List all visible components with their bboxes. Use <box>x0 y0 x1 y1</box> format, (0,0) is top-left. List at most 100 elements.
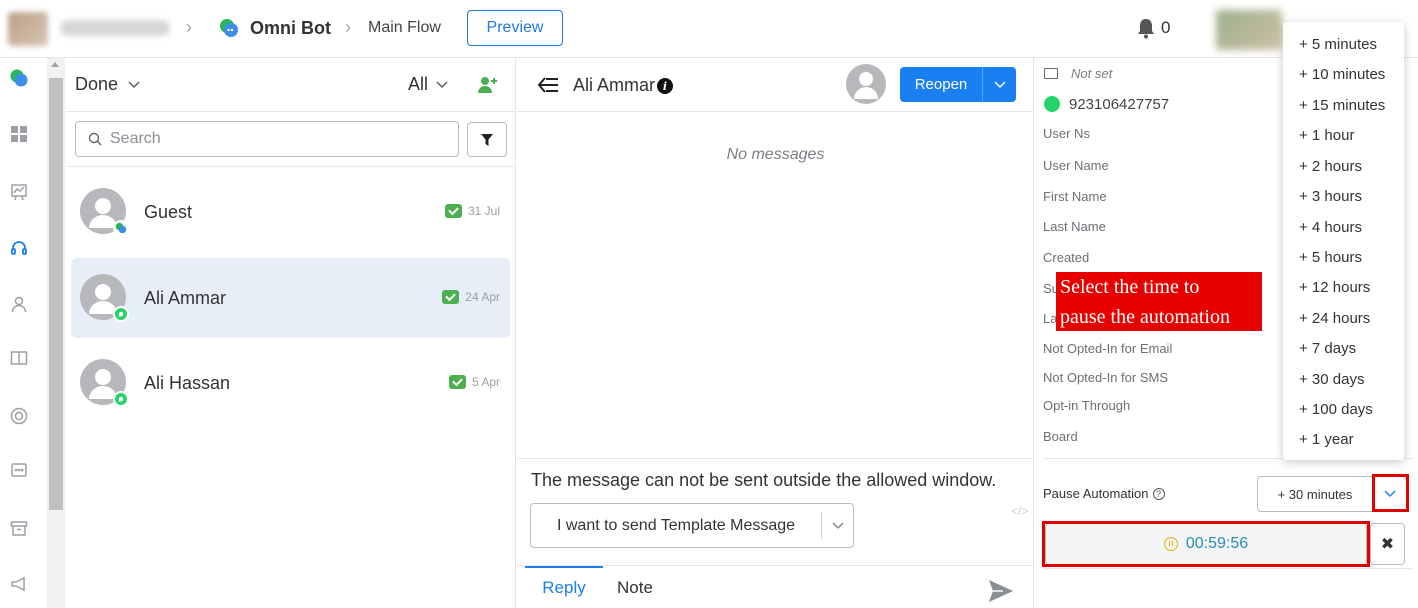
date-label: 5 Apr <box>471 375 500 389</box>
user-avatar[interactable] <box>1216 10 1282 50</box>
chevron-down-icon[interactable] <box>983 81 1016 89</box>
contacts-icon[interactable] <box>9 294 29 314</box>
conversation-row[interactable]: Guest 31 Jul <box>71 172 510 252</box>
breadcrumb-chevron-icon: › <box>186 17 192 37</box>
info-icon[interactable]: i <box>657 78 673 94</box>
archive-icon[interactable] <box>9 518 29 538</box>
help-icon[interactable]: ? <box>1152 487 1165 500</box>
menu-item-24-hours[interactable]: + 24 hours <box>1299 310 1370 327</box>
status-filter-dropdown[interactable]: Done <box>75 74 140 95</box>
menu-item-5-minutes[interactable]: + 5 minutes <box>1299 36 1377 53</box>
field-label-user-name: User Name <box>1043 158 1109 173</box>
tab-note[interactable]: Note <box>617 578 653 598</box>
lifebuoy-icon[interactable] <box>9 406 29 426</box>
menu-item-7-days[interactable]: + 7 days <box>1299 340 1356 357</box>
conversation-row[interactable]: Ali Hassan 5 Apr <box>71 343 510 423</box>
menu-item-1-year[interactable]: + 1 year <box>1299 431 1354 448</box>
callout-line-1: Select the time to <box>1060 276 1200 298</box>
field-label-sms-opt-in: Not Opted-In for SMS <box>1043 370 1168 385</box>
flow-name[interactable]: Main Flow <box>368 19 441 37</box>
contact-name: Ali Ammar <box>144 288 227 308</box>
reopen-label: Reopen <box>914 76 968 93</box>
chevron-down-icon <box>128 81 140 88</box>
funnel-icon <box>481 133 493 146</box>
conversation-date: 31 Jul <box>444 204 500 218</box>
list-header: Done All <box>66 58 516 112</box>
tab-reply[interactable]: Reply <box>525 566 603 608</box>
field-label-board: Board <box>1043 429 1078 444</box>
menu-item-15-minutes[interactable]: + 15 minutes <box>1299 97 1385 114</box>
menu-item-10-minutes[interactable]: + 10 minutes <box>1299 66 1385 83</box>
nav-rail <box>0 58 40 608</box>
chat-panel: Ali Ammar i Reopen No messages The messa… <box>517 58 1034 608</box>
conversation-list: Done All Guest 31 Jul <box>66 58 516 608</box>
annotation-highlight-timer <box>1042 521 1370 567</box>
menu-item-30-days[interactable]: + 30 days <box>1299 371 1364 388</box>
bell-icon[interactable] <box>1136 17 1156 39</box>
workspace-avatar[interactable] <box>8 12 48 46</box>
pause-automation-label: Pause Automation ? <box>1043 486 1165 501</box>
scroll-up-icon[interactable] <box>51 62 59 67</box>
omni-chat-nav-icon[interactable] <box>9 68 29 88</box>
date-label: 31 Jul <box>467 204 500 218</box>
analytics-icon[interactable] <box>9 182 29 202</box>
assignee-avatar[interactable] <box>846 64 886 104</box>
calculator-icon[interactable] <box>9 460 29 480</box>
template-select-label: I want to send Template Message <box>556 516 796 534</box>
pause-automation-text: Pause Automation <box>1043 486 1149 501</box>
cancel-pause-button[interactable]: ✖ <box>1370 523 1405 565</box>
menu-item-2-hours[interactable]: + 2 hours <box>1299 158 1362 175</box>
divider <box>66 166 516 167</box>
email-value[interactable]: Not set <box>1071 66 1112 81</box>
menu-item-1-hour[interactable]: + 1 hour <box>1299 127 1354 144</box>
preview-button[interactable]: Preview <box>467 10 563 46</box>
workspace-name[interactable] <box>60 20 170 36</box>
search-icon <box>88 132 102 146</box>
divider <box>1043 568 1413 569</box>
pause-duration-menu: + 5 minutes + 10 minutes + 15 minutes + … <box>1283 22 1404 460</box>
contact-name: Ali Hassan <box>144 373 231 393</box>
pause-duration-select[interactable]: + 30 minutes <box>1257 476 1373 512</box>
email-icon <box>1044 68 1058 79</box>
add-contact-icon[interactable] <box>476 74 498 96</box>
search-input[interactable] <box>110 130 440 148</box>
field-label-opt-in-through: Opt-in Through <box>1043 398 1131 413</box>
menu-item-100-days[interactable]: + 100 days <box>1299 401 1373 418</box>
collapse-arrow-icon[interactable] <box>536 74 560 96</box>
field-label-created: Created <box>1043 250 1090 265</box>
reopen-button[interactable]: Reopen <box>900 67 1016 102</box>
notification-count: 0 <box>1161 18 1171 37</box>
conversation-date: 24 Apr <box>442 290 500 304</box>
send-icon[interactable] <box>987 578 1015 604</box>
field-label-last-name: Last Name <box>1043 219 1106 234</box>
resolved-chat-icon <box>442 290 460 304</box>
menu-item-4-hours[interactable]: + 4 hours <box>1299 219 1362 236</box>
menu-item-5-hours[interactable]: + 5 hours <box>1299 249 1362 266</box>
whatsapp-badge-icon <box>113 391 129 407</box>
bot-name[interactable]: Omni Bot <box>250 18 331 39</box>
whatsapp-icon <box>1044 96 1060 112</box>
menu-item-3-hours[interactable]: + 3 hours <box>1299 188 1362 205</box>
menu-item-12-hours[interactable]: + 12 hours <box>1299 279 1370 296</box>
annotation-highlight-dropdown <box>1372 474 1409 512</box>
whatsapp-badge-icon <box>113 306 129 322</box>
field-label-user-ns: User Ns <box>1043 126 1090 141</box>
omni-bot-icon <box>220 19 238 37</box>
filter-button[interactable] <box>467 122 507 157</box>
channel-filter-label: All <box>408 74 429 94</box>
headset-icon[interactable] <box>9 238 29 258</box>
megaphone-icon[interactable] <box>9 574 29 594</box>
resolved-chat-icon <box>448 375 466 389</box>
contact-name: Guest <box>144 202 193 222</box>
conversation-row-active[interactable]: Ali Ammar 24 Apr <box>71 258 510 338</box>
template-message-select[interactable]: I want to send Template Message <box>530 503 854 548</box>
scrollbar-thumb[interactable] <box>49 78 63 510</box>
channel-filter-dropdown[interactable]: All <box>408 74 448 95</box>
omni-bot-badge-icon <box>113 220 129 236</box>
book-icon[interactable] <box>9 348 29 368</box>
phone-value[interactable]: 923106427757 <box>1069 96 1169 113</box>
chat-contact-name: Ali Ammar <box>573 75 656 95</box>
dashboard-icon[interactable] <box>9 124 29 144</box>
callout-line-2: pause the automation <box>1060 306 1230 328</box>
field-label-first-name: First Name <box>1043 189 1107 204</box>
